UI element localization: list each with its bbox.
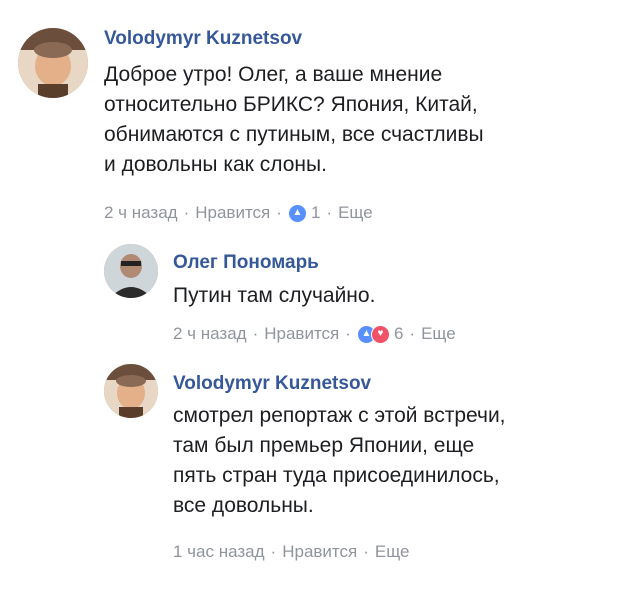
timestamp[interactable]: 2 ч назад xyxy=(173,324,247,344)
avatar[interactable] xyxy=(18,28,88,98)
separator: · xyxy=(270,542,277,561)
reactions[interactable]: ▲ ♥ xyxy=(356,324,390,344)
timestamp[interactable]: 2 ч назад xyxy=(104,203,178,223)
avatar[interactable] xyxy=(104,244,158,298)
comment-line: обнимаются с путиным, все счастливы xyxy=(104,123,484,146)
like-button[interactable]: Нравится xyxy=(264,324,339,344)
reactions-count[interactable]: 6 xyxy=(394,324,403,344)
comment-line: пять стран туда присоединилось, xyxy=(173,464,500,487)
comment-text: смотрел репортаж с этой встречи, там был… xyxy=(173,401,506,521)
separator: · xyxy=(326,203,333,222)
comment-text: Путин там случайно. xyxy=(173,281,375,311)
comment-line: там был премьер Японии, еще xyxy=(173,434,475,457)
author-name[interactable]: Volodymyr Kuznetsov xyxy=(104,28,302,50)
separator: · xyxy=(409,324,416,343)
like-reaction-icon: ▲ xyxy=(287,203,307,223)
more-button[interactable]: Еще xyxy=(421,324,456,344)
reactions[interactable]: ▲ xyxy=(287,203,307,223)
author-name[interactable]: Олег Пономарь xyxy=(173,252,319,274)
comment-line: все довольны. xyxy=(173,494,314,517)
comment-text: Доброе утро! Олег, а ваше мнение относит… xyxy=(104,60,484,180)
comment-line: относительно БРИКС? Япония, Китай, xyxy=(104,93,478,116)
more-button[interactable]: Еще xyxy=(338,203,373,223)
reactions-count[interactable]: 1 xyxy=(311,203,320,223)
avatar[interactable] xyxy=(104,364,158,418)
comment-meta: 2 ч назад · Нравится · ▲ ♥ 6 · Еще xyxy=(173,324,456,344)
comment-meta: 1 час назад · Нравится · Еще xyxy=(173,542,410,562)
author-name[interactable]: Volodymyr Kuznetsov xyxy=(173,373,371,395)
comment-line: Доброе утро! Олег, а ваше мнение xyxy=(104,63,443,86)
like-button[interactable]: Нравится xyxy=(195,203,270,223)
avatar-photo-icon xyxy=(104,364,158,418)
timestamp[interactable]: 1 час назад xyxy=(173,542,265,562)
separator: · xyxy=(252,324,259,343)
separator: · xyxy=(345,324,351,343)
separator: · xyxy=(183,203,190,222)
more-button[interactable]: Еще xyxy=(375,542,410,562)
comment-line: Путин там случайно. xyxy=(173,284,376,307)
separator: · xyxy=(276,203,282,222)
avatar-photo-icon xyxy=(104,244,158,298)
comment-meta: 2 ч назад · Нравится · ▲ 1 · Еще xyxy=(104,203,373,223)
love-reaction-icon: ♥ xyxy=(370,324,390,344)
like-button[interactable]: Нравится xyxy=(282,542,357,562)
separator: · xyxy=(363,542,369,561)
avatar-photo-icon xyxy=(18,28,88,98)
comment-line: смотрел репортаж с этой встречи, xyxy=(173,404,506,427)
comment-line: и довольны как слоны. xyxy=(104,153,327,176)
